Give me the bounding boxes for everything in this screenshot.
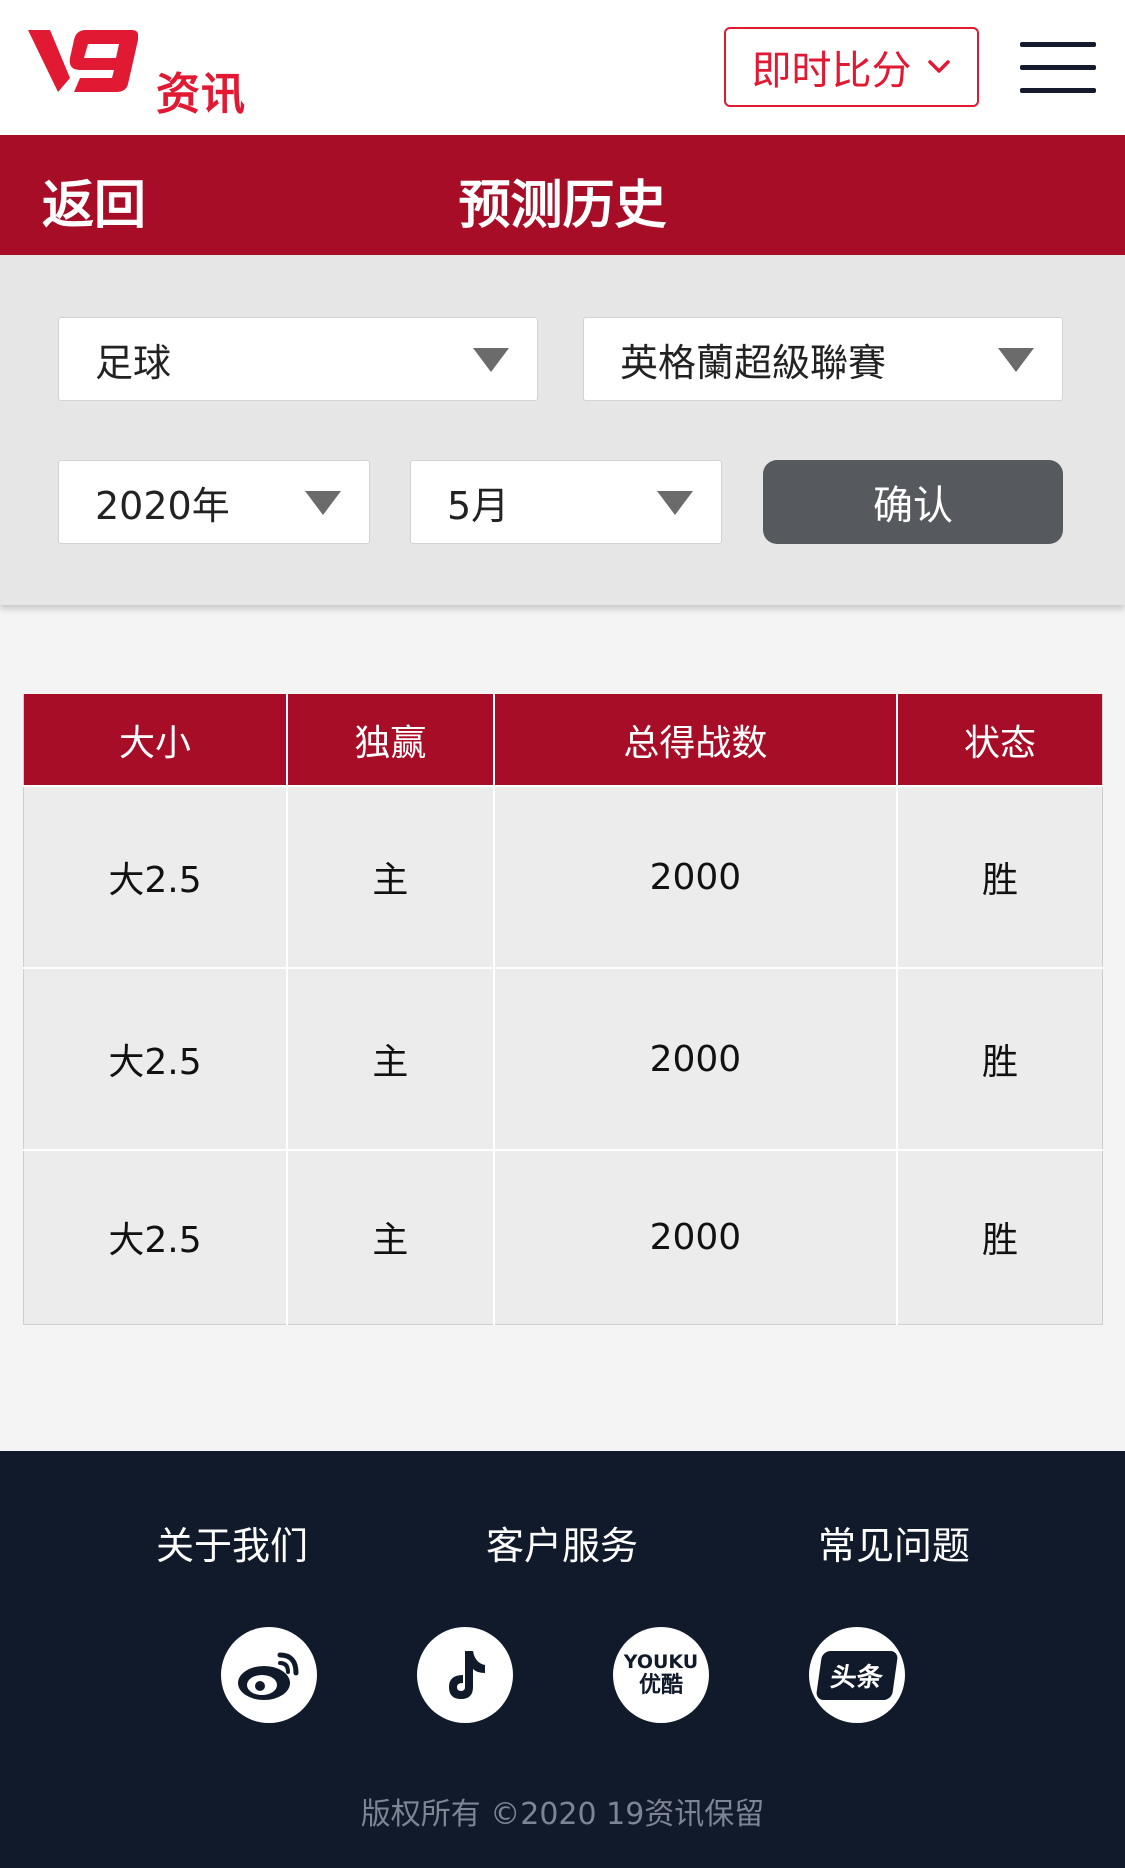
confirm-button[interactable]: 确认 xyxy=(763,460,1063,544)
live-score-dropdown[interactable]: 即时比分 xyxy=(724,27,979,107)
filter-panel: 足球 英格蘭超級聯賽 2020年 5月 确认 xyxy=(0,255,1125,605)
column-header-moneyline: 独赢 xyxy=(285,694,495,786)
weibo-icon[interactable] xyxy=(221,1627,317,1723)
table-cell: 胜 xyxy=(895,1149,1103,1325)
dropdown-caret-icon xyxy=(305,491,341,515)
logo-19-icon xyxy=(28,30,138,92)
month-select-value: 5月 xyxy=(447,483,510,528)
table-row: 大2.5 主 2000 胜 xyxy=(22,967,1103,1151)
table-cell: 胜 xyxy=(895,785,1103,969)
dropdown-caret-icon xyxy=(473,348,509,372)
dropdown-caret-icon xyxy=(998,348,1034,372)
year-select[interactable]: 2020年 xyxy=(58,460,370,544)
table-cell: 主 xyxy=(285,967,495,1151)
footer-link-about[interactable]: 关于我们 xyxy=(82,1515,382,1570)
top-header: 资讯 即时比分 xyxy=(0,0,1125,135)
footer-link-faq[interactable]: 常见问题 xyxy=(744,1515,1044,1570)
table-cell: 主 xyxy=(285,1149,495,1325)
page-title: 预测历史 xyxy=(458,176,667,236)
logo-text: 资讯 xyxy=(156,69,246,120)
footer-link-service[interactable]: 客户服务 xyxy=(412,1515,712,1570)
table-cell: 2000 xyxy=(492,785,898,969)
column-header-total: 总得战数 xyxy=(492,694,898,786)
column-header-over-under: 大小 xyxy=(22,694,288,786)
sport-select-value: 足球 xyxy=(95,340,172,385)
table-cell: 2000 xyxy=(492,1149,898,1325)
dropdown-caret-icon xyxy=(657,491,693,515)
title-bar: 预测历史 返回 xyxy=(0,135,1125,255)
column-header-status: 状态 xyxy=(895,694,1103,786)
site-logo[interactable]: 资讯 xyxy=(28,26,258,120)
table-cell: 大2.5 xyxy=(22,967,288,1151)
league-select-value: 英格蘭超級聯賽 xyxy=(620,340,887,385)
table-cell: 大2.5 xyxy=(22,785,288,969)
month-select[interactable]: 5月 xyxy=(410,460,722,544)
site-footer: 关于我们 客户服务 常见问题 YOUKU 优酷 头条 版权所有 ©2020 19… xyxy=(0,1451,1125,1868)
tiktok-icon[interactable] xyxy=(417,1627,513,1723)
table-row: 大2.5 主 2000 胜 xyxy=(22,1149,1103,1325)
table-row: 大2.5 主 2000 胜 xyxy=(22,785,1103,969)
table-cell: 主 xyxy=(285,785,495,969)
prediction-history-table: 大小 独赢 总得战数 状态 大2.5 主 2000 胜 大2.5 主 2000 … xyxy=(22,694,1103,1325)
league-select[interactable]: 英格蘭超級聯賽 xyxy=(583,317,1063,401)
chevron-down-icon xyxy=(927,60,950,73)
hamburger-menu-icon[interactable] xyxy=(1020,42,1096,94)
youku-icon[interactable]: YOUKU 优酷 xyxy=(613,1627,709,1723)
copyright-text: 版权所有 ©2020 19资讯保留 xyxy=(360,1797,765,1832)
toutiao-icon[interactable]: 头条 xyxy=(809,1627,905,1723)
back-button[interactable]: 返回 xyxy=(42,163,146,238)
live-score-label: 即时比分 xyxy=(751,48,912,94)
table-cell: 2000 xyxy=(492,967,898,1151)
sport-select[interactable]: 足球 xyxy=(58,317,538,401)
table-cell: 胜 xyxy=(895,967,1103,1151)
table-cell: 大2.5 xyxy=(22,1149,288,1325)
year-select-value: 2020年 xyxy=(95,483,230,528)
table-header-row: 大小 独赢 总得战数 状态 xyxy=(22,694,1103,786)
